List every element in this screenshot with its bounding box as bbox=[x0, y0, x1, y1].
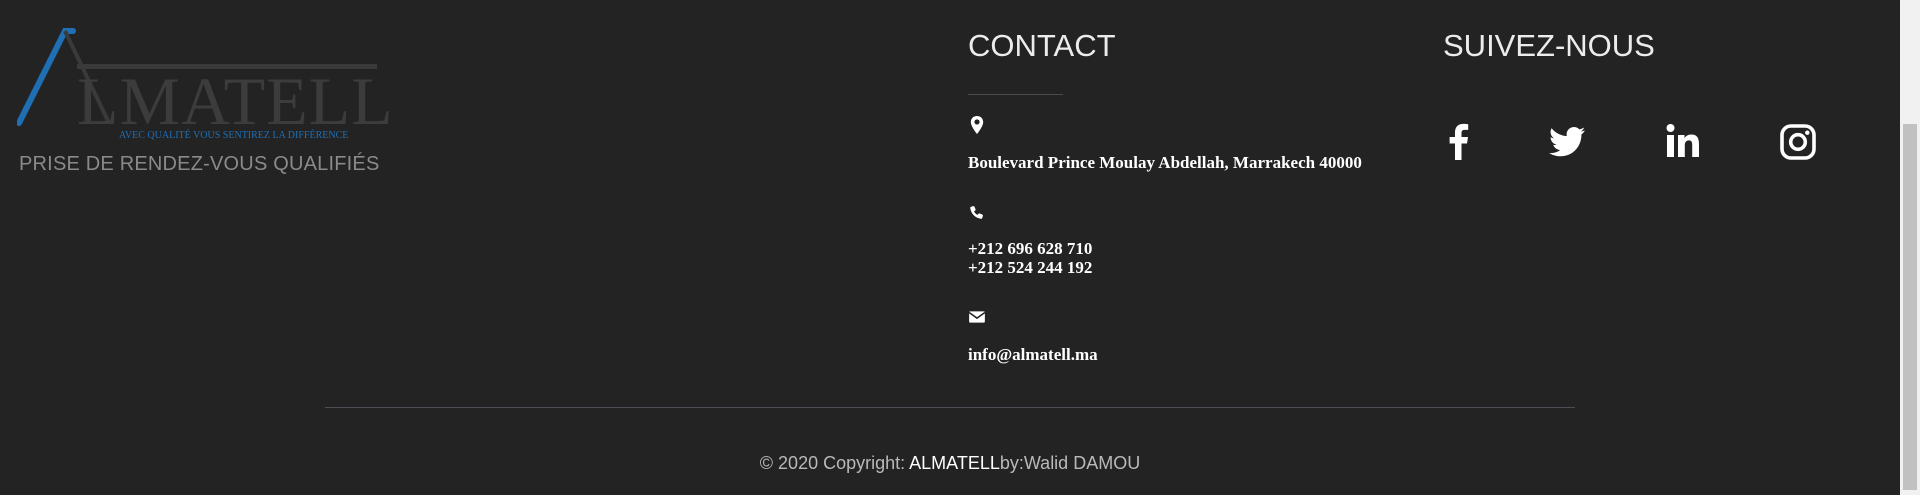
tagline: PRISE DE RENDEZ-VOUS QUALIFIÉS bbox=[19, 153, 380, 175]
contact-divider bbox=[968, 94, 1063, 95]
linkedin-icon[interactable] bbox=[1663, 122, 1703, 162]
contact-address: Boulevard Prince Moulay Abdellah, Marrak… bbox=[968, 153, 1362, 172]
copyright-author: by:Walid DAMOU bbox=[999, 453, 1141, 473]
facebook-icon[interactable] bbox=[1439, 122, 1479, 162]
contact-email[interactable]: info@almatell.ma bbox=[968, 345, 1098, 364]
map-marker-icon bbox=[970, 116, 984, 134]
scrollbar-thumb[interactable] bbox=[1903, 124, 1917, 490]
logo-slogan: AVEC QUALITÉ VOUS SENTIREZ LA DIFFÉRENCE bbox=[119, 129, 348, 141]
copyright-brand-link[interactable]: ALMATELL bbox=[909, 453, 1000, 473]
almatell-logo[interactable]: LMATELL AVEC QUALITÉ VOUS SENTIREZ LA DI… bbox=[17, 26, 397, 148]
envelope-icon bbox=[968, 311, 986, 323]
twitter-icon[interactable] bbox=[1547, 122, 1587, 162]
copyright: © 2020 Copyright: ALMATELLby:Walid DAMOU bbox=[0, 453, 1900, 474]
instagram-icon[interactable] bbox=[1778, 122, 1818, 162]
phone-icon bbox=[970, 206, 983, 219]
contact-title: CONTACT bbox=[968, 28, 1116, 63]
contact-phone-1[interactable]: +212 696 628 710 bbox=[968, 239, 1092, 258]
contact-phone-2[interactable]: +212 524 244 192 bbox=[968, 258, 1092, 277]
footer-page: LMATELL AVEC QUALITÉ VOUS SENTIREZ LA DI… bbox=[0, 0, 1920, 495]
vertical-scrollbar[interactable] bbox=[1900, 0, 1920, 495]
footer-divider bbox=[325, 407, 1575, 408]
logo-wordmark: LMATELL bbox=[77, 63, 394, 139]
copyright-prefix: © 2020 Copyright: bbox=[759, 453, 910, 473]
follow-title: SUIVEZ-NOUS bbox=[1443, 28, 1655, 63]
